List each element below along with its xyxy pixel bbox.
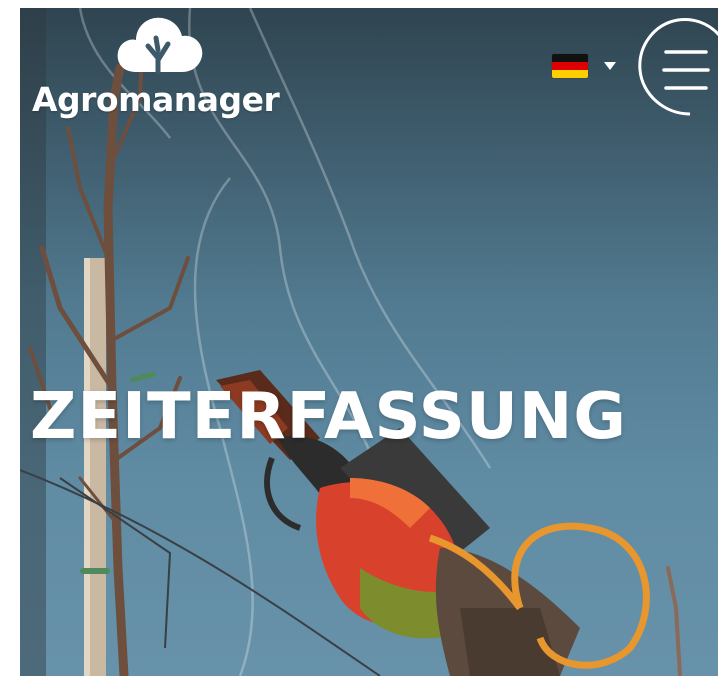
hero-section: Agromanager ZEITERFASSUNG	[20, 8, 718, 676]
brand-name: Agromanager	[32, 80, 280, 119]
caret-down-icon	[604, 62, 616, 70]
page-title: ZEITERFASSUNG	[30, 380, 627, 454]
hamburger-menu-icon[interactable]	[634, 14, 718, 120]
language-selector[interactable]	[552, 52, 620, 82]
cloud-tree-icon	[117, 17, 203, 75]
flag-germany-icon	[552, 54, 588, 78]
brand-logo[interactable]: Agromanager	[32, 14, 280, 124]
